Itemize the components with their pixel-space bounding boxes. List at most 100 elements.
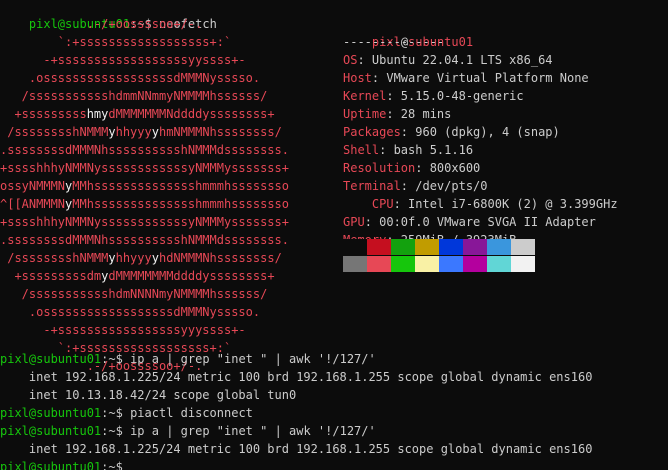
prompt-line: pixl@subuntu01:~$ ip a | grep "inet " | … — [0, 350, 376, 368]
logo-segment: /ssssssssssshdmNNNNmyNMMMMhssssss/ — [0, 287, 268, 301]
prompt-userhost: pixl@subuntu01 — [0, 460, 102, 470]
logo-segment: +sssshhhyNMMNyssssssssssssyNMMMysssssss+ — [0, 215, 289, 229]
color-swatch — [511, 239, 535, 255]
prompt-path: ~ — [108, 406, 116, 420]
logo-segment: hdNMMMNhssssssss/ — [158, 251, 282, 265]
color-swatch — [463, 256, 487, 272]
logo-line: `:+ssssssssssssssssss+:` — [0, 33, 231, 51]
logo-segment: /sssssssshNMMM — [0, 251, 109, 265]
info-value: : 28 mins — [386, 107, 452, 121]
prompt-userhost: pixl@subuntu01 — [0, 424, 102, 438]
prompt-dollar: $ — [115, 424, 123, 438]
info-title: pixl@subuntu01 — [343, 15, 473, 49]
logo-line: .ssssssssdMMMNhsssssssssshNMMMdssssssss. — [0, 231, 289, 249]
logo-segment: y — [151, 125, 159, 139]
command-text: piactl disconnect — [122, 406, 253, 420]
logo-segment: MMhsssssssssssssshmmmhssssssso — [72, 197, 290, 211]
prompt-userhost: pixl@subuntu01 — [0, 406, 102, 420]
color-swatch — [391, 256, 415, 272]
logo-segment: dMMMMMMMNddddyssssssss+ — [108, 107, 275, 121]
command-text: ip a | grep "inet " | awk '!/127/' — [122, 352, 376, 366]
prompt-path: ~ — [108, 352, 116, 366]
info-field: Kernel: 5.15.0-48-generic — [343, 87, 524, 105]
logo-segment: `:+ssssssssssssssssss+:` — [0, 35, 232, 49]
info-value: : 5.15.0-48-generic — [386, 89, 524, 103]
color-swatch — [487, 239, 511, 255]
output-text: inet 10.13.18.42/24 scope global tun0 — [0, 388, 297, 402]
info-value: : VMware Virtual Platform None — [371, 71, 589, 85]
color-swatch — [415, 256, 439, 272]
output-line: inet 10.13.18.42/24 scope global tun0 — [0, 386, 296, 404]
logo-segment: -+ssssssssssssssssssyyssss+- — [0, 53, 246, 67]
color-swatch — [367, 256, 391, 272]
color-swatch — [439, 239, 463, 255]
info-field: GPU: 00:0f.0 VMware SVGA II Adapter — [343, 213, 596, 231]
color-palette-normal — [343, 239, 535, 255]
logo-line: +sssshhhyNMMNyssssssssssssyNMMMysssssss+ — [0, 213, 289, 231]
info-field: Terminal: /dev/pts/0 — [343, 177, 488, 195]
info-field: CPU: Intel i7-6800K (2) @ 3.399GHz — [343, 195, 618, 213]
prompt-userhost: pixl@subuntu01 — [0, 352, 102, 366]
logo-segment: +sssssssssdm — [0, 269, 102, 283]
output-text: inet 192.168.1.225/24 metric 100 brd 192… — [0, 442, 593, 456]
info-field: Resolution: 800x600 — [343, 159, 480, 177]
info-value: : bash 5.1.16 — [379, 143, 474, 157]
prompt-path: ~ — [108, 424, 116, 438]
color-swatch — [343, 239, 367, 255]
logo-segment: hmy — [86, 107, 109, 121]
logo-line: ossyNMMMNyMMhsssssssssssssshmmmhssssssso — [0, 177, 289, 195]
prompt-line: pixl@subuntu01:~$ piactl disconnect — [0, 404, 253, 422]
command-text: ip a | grep "inet " | awk '!/127/' — [122, 424, 376, 438]
info-key: CPU — [343, 197, 394, 211]
info-field: Shell: bash 5.1.16 — [343, 141, 473, 159]
logo-line: /ssssssssssshdmNNNNmyNMMMMhssssss/ — [0, 285, 268, 303]
info-key: Terminal — [343, 179, 401, 193]
logo-line: .ossssssssssssssssssdMMMNysssso. — [0, 69, 260, 87]
command-text — [123, 460, 130, 470]
info-value: : 800x600 — [415, 161, 481, 175]
logo-segment: .-/+oossssoo+/-. — [0, 17, 203, 31]
logo-line: +sssssssssdmydMMMMMMMMddddyssssssss+ — [0, 267, 275, 285]
logo-segment: .ossssssssssssssssssdMMMNysssso. — [0, 71, 261, 85]
prompt-line: pixl@subuntu01:~$ — [0, 458, 138, 470]
info-field: Uptime: 28 mins — [343, 105, 451, 123]
info-key: Shell — [343, 143, 380, 157]
logo-segment: +sssssssss — [0, 107, 87, 121]
info-value: : /dev/pts/0 — [400, 179, 488, 193]
logo-segment: hmNMMMNhssssssss/ — [158, 125, 282, 139]
prompt-line: pixl@subuntu01:~$ ip a | grep "inet " | … — [0, 422, 376, 440]
color-swatch — [391, 239, 415, 255]
color-swatch — [463, 239, 487, 255]
logo-line: +sssshhhyNMMNyssssssssssssyNMMMysssssss+ — [0, 159, 289, 177]
logo-segment: y — [151, 251, 159, 265]
info-key: Packages — [343, 125, 401, 139]
logo-line: .ssssssssdMMMNhsssssssssshNMMMdssssssss. — [0, 141, 289, 159]
logo-segment: dMMMMMMMMddddyssssssss+ — [108, 269, 275, 283]
prompt-dollar: $ — [115, 460, 123, 470]
logo-line: .ossssssssssssssssssdMMMNysssso. — [0, 303, 260, 321]
prompt-dollar: $ — [115, 406, 123, 420]
color-swatch — [487, 256, 511, 272]
info-key: Host — [343, 71, 372, 85]
logo-segment: .ssssssssdMMMNhsssssssssshNMMMdssssssss. — [0, 143, 289, 157]
info-separator: -------------- — [343, 35, 445, 49]
logo-segment: hhyyy — [115, 125, 152, 139]
logo-line: +ssssssssshmydMMMMMMMNddddyssssssss+ — [0, 105, 275, 123]
logo-segment: +sssshhhyNMMNyssssssssssssyNMMMysssssss+ — [0, 161, 289, 175]
logo-segment: /sssssssshNMMM — [0, 125, 109, 139]
logo-line: /sssssssshNMMMyhhyyyyhmNMMMNhssssssss/ — [0, 123, 282, 141]
logo-segment: ^[[ANMMMN — [0, 197, 66, 211]
prompt-path: ~ — [108, 460, 116, 470]
output-line: inet 192.168.1.225/24 metric 100 brd 192… — [0, 440, 593, 458]
logo-line: -+sssssssssssssssssyyyssss+- — [0, 321, 246, 339]
color-swatch — [367, 239, 391, 255]
logo-segment: -+sssssssssssssssssyyyssss+- — [0, 323, 246, 337]
logo-line: .-/+oossssoo+/-. — [0, 15, 203, 33]
color-swatch — [439, 256, 463, 272]
color-swatch — [343, 256, 367, 272]
terminal-window[interactable]: pixl@subuntu01:~$ neofetch .-/+oossssoo+… — [0, 0, 668, 470]
logo-line: -+ssssssssssssssssssyyssss+- — [0, 51, 246, 69]
color-palette-bright — [343, 256, 535, 272]
info-field: Packages: 960 (dpkg), 4 (snap) — [343, 123, 560, 141]
logo-segment: /ssssssssssshdmmNNmmyNMMMMhssssss/ — [0, 89, 268, 103]
